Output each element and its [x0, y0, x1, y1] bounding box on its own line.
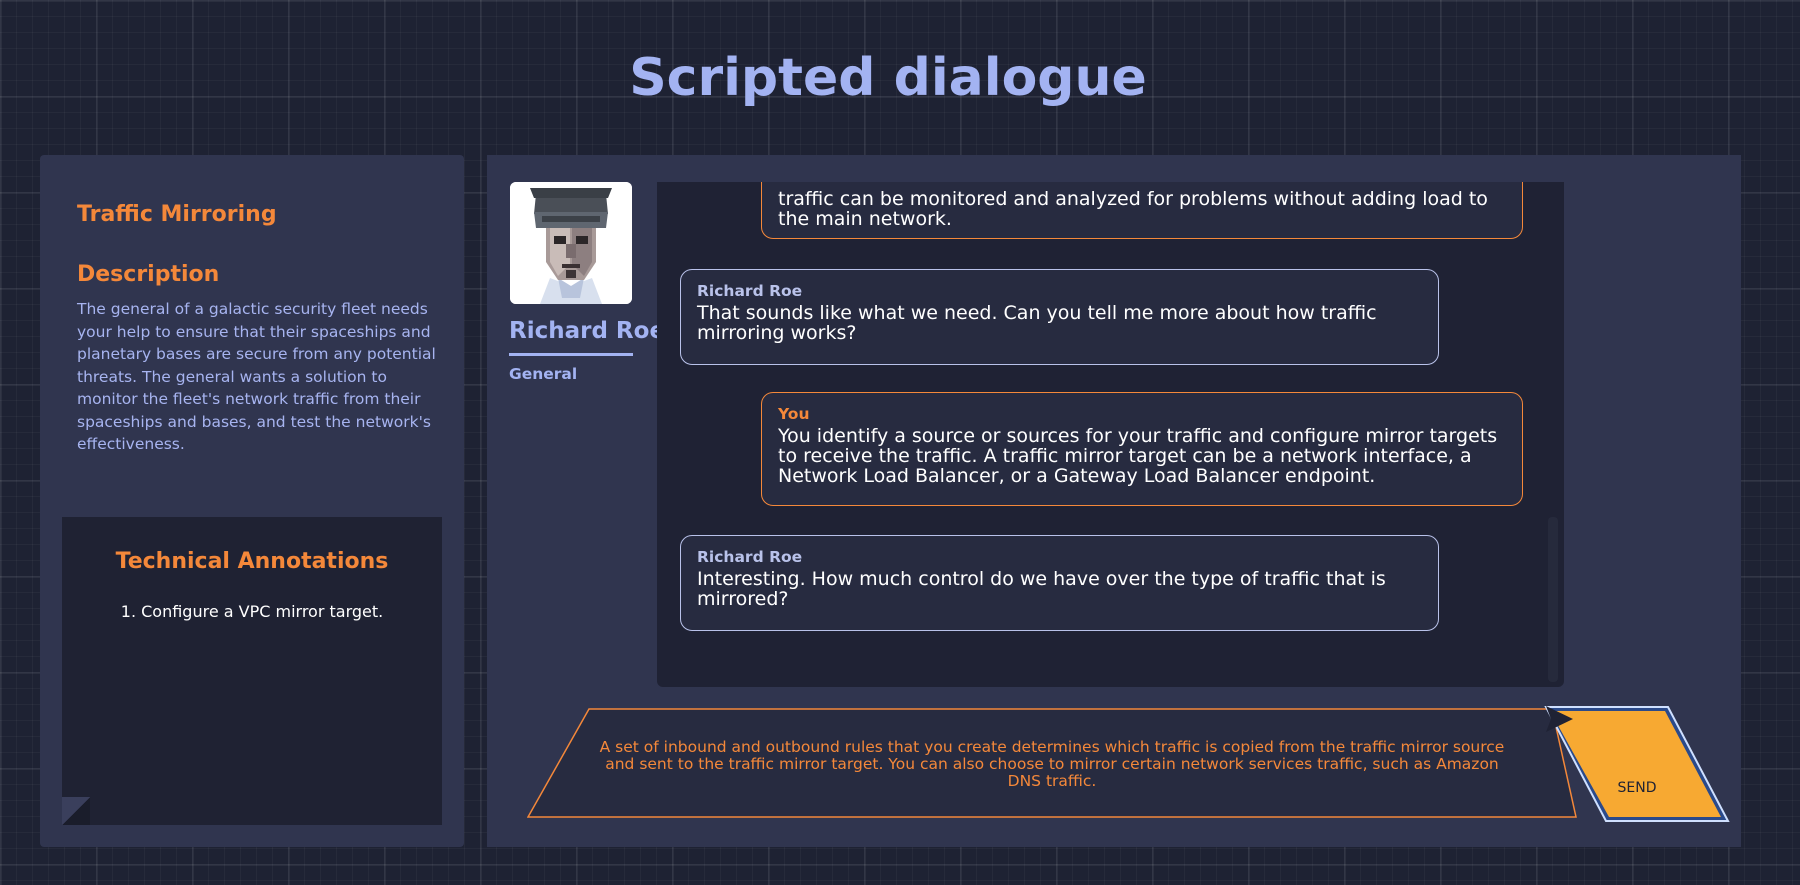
avatar-portrait-icon: [510, 182, 632, 304]
mission-panel: Traffic Mirroring Description The genera…: [40, 155, 464, 847]
npc-name: Richard Roe: [509, 318, 666, 344]
message-text: Interesting. How much control do we have…: [697, 568, 1386, 610]
npc-role: General: [509, 365, 578, 383]
chat-message-you: You You identify a source or sources for…: [761, 392, 1523, 506]
npc-avatar: [510, 182, 632, 304]
response-text: A set of inbound and outbound rules that…: [599, 738, 1505, 790]
chat-message-npc: Richard Roe That sounds like what we nee…: [680, 269, 1439, 365]
chat-scrollbar[interactable]: [1548, 517, 1558, 682]
send-button[interactable]: SEND: [1544, 705, 1730, 823]
dialogue-panel: Richard Roe General traffic can be monit…: [487, 155, 1741, 847]
description-heading: Description: [77, 262, 220, 287]
description-text: The general of a galactic security fleet…: [77, 300, 436, 453]
annotation-item: 1. Configure a VPC mirror target.: [120, 602, 384, 621]
chat-message-you: traffic can be monitored and analyzed fo…: [761, 182, 1523, 239]
send-label: SEND: [1617, 780, 1657, 796]
technical-annotations-box: Technical Annotations 1. Configure a VPC…: [62, 517, 442, 825]
send-arrow-icon: [1546, 706, 1573, 732]
message-speaker: Richard Roe: [697, 282, 803, 300]
message-text: traffic can be monitored and analyzed fo…: [778, 188, 1488, 230]
npc-name-underline: [509, 353, 633, 356]
chat-message-npc: Richard Roe Interesting. How much contro…: [680, 535, 1439, 631]
message-text: That sounds like what we need. Can you t…: [697, 302, 1377, 344]
page-title: Scripted dialogue: [629, 48, 1147, 108]
mission-title: Traffic Mirroring: [77, 202, 277, 227]
annotations-heading: Technical Annotations: [115, 549, 389, 574]
message-text: You identify a source or sources for you…: [778, 425, 1498, 487]
response-option[interactable]: A set of inbound and outbound rules that…: [527, 708, 1577, 818]
chat-log[interactable]: traffic can be monitored and analyzed fo…: [657, 182, 1564, 687]
fold-corner-icon: [62, 797, 90, 825]
message-speaker: Richard Roe: [697, 548, 803, 566]
annotations-list: 1. Configure a VPC mirror target.: [62, 602, 442, 621]
message-speaker: You: [778, 405, 810, 423]
